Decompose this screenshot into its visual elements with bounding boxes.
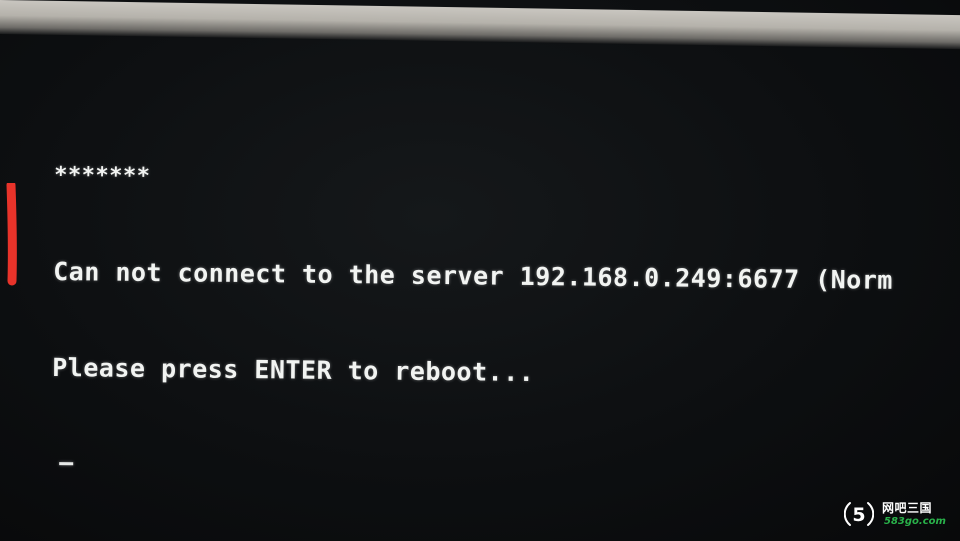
- watermark-logo: 5 网吧三国 583go.com: [844, 497, 954, 531]
- text-cursor: [59, 462, 74, 466]
- watermark-name: 网吧三国: [882, 501, 933, 515]
- watermark-site: 583go.com: [884, 516, 946, 527]
- watermark-badge-icon: 5: [844, 502, 874, 526]
- reboot-prompt: Please press ENTER to reboot...: [52, 352, 535, 388]
- console-stars-line: *******: [54, 162, 151, 190]
- connection-error-message: Can not connect to the server 192.168.0.…: [53, 256, 894, 295]
- watermark-badge-number: 5: [852, 504, 865, 526]
- console-screen: ******* Can not connect to the server 19…: [0, 26, 960, 541]
- photo-of-monitor: ******* Can not connect to the server 19…: [0, 0, 960, 541]
- boot-console-output: ******* Can not connect to the server 19…: [51, 100, 960, 538]
- red-marker-stroke: [6, 183, 17, 286]
